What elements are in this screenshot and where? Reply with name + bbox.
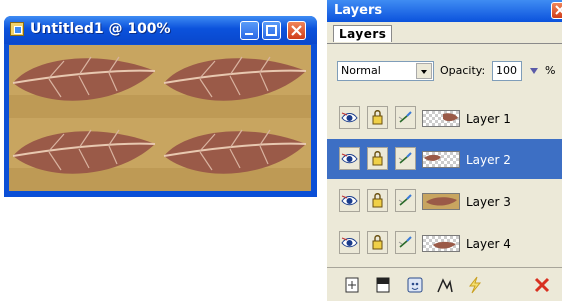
layer-row[interactable]: Layer 3 (327, 181, 562, 221)
new-layer-icon[interactable] (342, 275, 362, 295)
link-brush-icon[interactable] (395, 106, 416, 129)
opacity-field[interactable]: 100 (492, 61, 522, 81)
layer-name: Layer 4 (466, 237, 511, 251)
delete-layer-icon[interactable] (532, 275, 552, 295)
chevron-down-icon[interactable] (416, 63, 432, 79)
opacity-slider-icon[interactable] (530, 68, 538, 74)
close-icon (555, 5, 562, 15)
link-brush-icon[interactable] (395, 147, 416, 170)
eye-icon[interactable] (339, 231, 360, 254)
divider (327, 43, 562, 44)
layer-row[interactable]: Layer 1 (327, 98, 562, 138)
leaf-tile (160, 45, 311, 118)
lock-icon[interactable] (367, 147, 388, 170)
document-icon (10, 22, 24, 36)
leaf-tile (160, 118, 311, 191)
lock-icon[interactable] (367, 106, 388, 129)
lock-icon[interactable] (367, 231, 388, 254)
eye-icon[interactable] (339, 147, 360, 170)
lock-icon[interactable] (367, 189, 388, 212)
layer-name: Layer 2 (466, 153, 511, 167)
new-adjustment-layer-icon[interactable] (405, 275, 425, 295)
layer-thumbnail (422, 110, 460, 127)
layer-row[interactable]: Layer 2 (327, 139, 562, 179)
blend-mode-select[interactable]: Normal (337, 61, 434, 81)
layers-toolbar (327, 267, 562, 301)
minimize-button[interactable] (240, 21, 259, 40)
layer-thumbnail (422, 235, 460, 252)
image-window-titlebar[interactable]: Untitled1 @ 100% (4, 16, 317, 44)
layer-name: Layer 3 (466, 195, 511, 209)
image-canvas[interactable] (9, 45, 311, 191)
blend-mode-value: Normal (341, 64, 381, 77)
opacity-label: Opacity: (440, 64, 486, 77)
minimize-icon (245, 33, 253, 35)
image-window: Untitled1 @ 100% (4, 16, 317, 197)
layer-thumbnail (422, 151, 460, 168)
close-button[interactable] (287, 21, 306, 40)
layer-effects-icon[interactable] (465, 275, 485, 295)
layers-palette-titlebar[interactable]: Layers (327, 0, 562, 22)
tab-strip: Layers (327, 22, 562, 44)
layer-name: Layer 1 (466, 112, 511, 126)
link-brush-icon[interactable] (395, 189, 416, 212)
tab-layers[interactable]: Layers (333, 25, 393, 42)
opacity-unit: % (545, 64, 556, 77)
new-fill-layer-icon[interactable] (373, 275, 393, 295)
layer-row[interactable]: Layer 4 (327, 223, 562, 263)
eye-icon[interactable] (339, 106, 360, 129)
opacity-value: 100 (496, 64, 517, 77)
close-icon (291, 25, 302, 36)
layer-controls: Normal Opacity: 100 % (327, 48, 562, 81)
layers-palette-title: Layers (334, 3, 383, 18)
new-vector-layer-icon[interactable] (435, 275, 455, 295)
eye-icon[interactable] (339, 189, 360, 212)
palette-close-button[interactable] (551, 2, 562, 19)
maximize-button[interactable] (262, 21, 281, 40)
leaf-tile (9, 45, 160, 118)
layer-thumbnail (422, 193, 460, 210)
link-brush-icon[interactable] (395, 231, 416, 254)
layers-palette: Layers Layers Normal Opacity: 100 % Laye… (327, 0, 562, 301)
maximize-icon (266, 25, 277, 36)
image-window-title: Untitled1 @ 100% (30, 21, 171, 37)
leaf-tile (9, 118, 160, 191)
